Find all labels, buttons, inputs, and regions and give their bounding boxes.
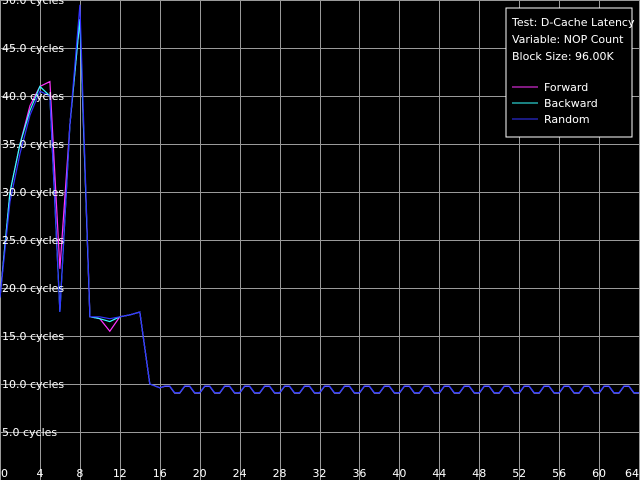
- y-tick-label-40: 40.0 cycles: [2, 90, 64, 103]
- y-tick-label-15: 15.0 cycles: [2, 330, 64, 343]
- legend-label-forward: Forward: [544, 81, 588, 94]
- x-tick-label-56: 56: [552, 467, 566, 480]
- x-tick-label-48: 48: [472, 467, 486, 480]
- x-tick-label-36: 36: [352, 467, 366, 480]
- legend-label-backward: Backward: [544, 97, 598, 110]
- x-tick-label-24: 24: [233, 467, 247, 480]
- x-tick-label-16: 16: [153, 467, 167, 480]
- x-tick-label-20: 20: [193, 467, 207, 480]
- info-block-size: Block Size: 96.00K: [512, 50, 615, 63]
- info-test: Test: D-Cache Latency: [511, 16, 635, 29]
- x-tick-label-64: 64: [625, 467, 639, 480]
- y-tick-label-20: 20.0 cycles: [2, 282, 64, 295]
- x-tick-label-28: 28: [273, 467, 287, 480]
- legend: Test: D-Cache Latency Variable: NOP Coun…: [505, 7, 635, 138]
- y-tick-label-25: 25.0 cycles: [2, 234, 64, 247]
- x-tick-label-8: 8: [76, 467, 83, 480]
- x-tick-label-32: 32: [313, 467, 327, 480]
- latency-chart: 5.0 cycles 10.0 cycles 15.0 cycles 20.0 cyc…: [0, 0, 640, 480]
- x-tick-label-12: 12: [113, 467, 127, 480]
- y-tick-label-50: 50.0 cycles: [2, 0, 64, 7]
- legend-label-random: Random: [544, 113, 590, 126]
- x-tick-label-60: 60: [592, 467, 606, 480]
- x-tick-label-52: 52: [512, 467, 526, 480]
- x-tick-label-0: 0: [1, 467, 8, 480]
- y-tick-label-30: 30.0 cycles: [2, 186, 64, 199]
- y-tick-label-10: 10.0 cycles: [2, 378, 64, 391]
- x-tick-label-4: 4: [36, 467, 43, 480]
- x-tick-label-40: 40: [392, 467, 406, 480]
- info-variable: Variable: NOP Count: [512, 33, 624, 46]
- y-tick-label-35: 35.0 cycles: [2, 138, 64, 151]
- x-tick-label-44: 44: [432, 467, 446, 480]
- y-tick-label-45: 45.0 cycles: [2, 42, 64, 55]
- y-tick-label-5: 5.0 cycles: [2, 426, 57, 439]
